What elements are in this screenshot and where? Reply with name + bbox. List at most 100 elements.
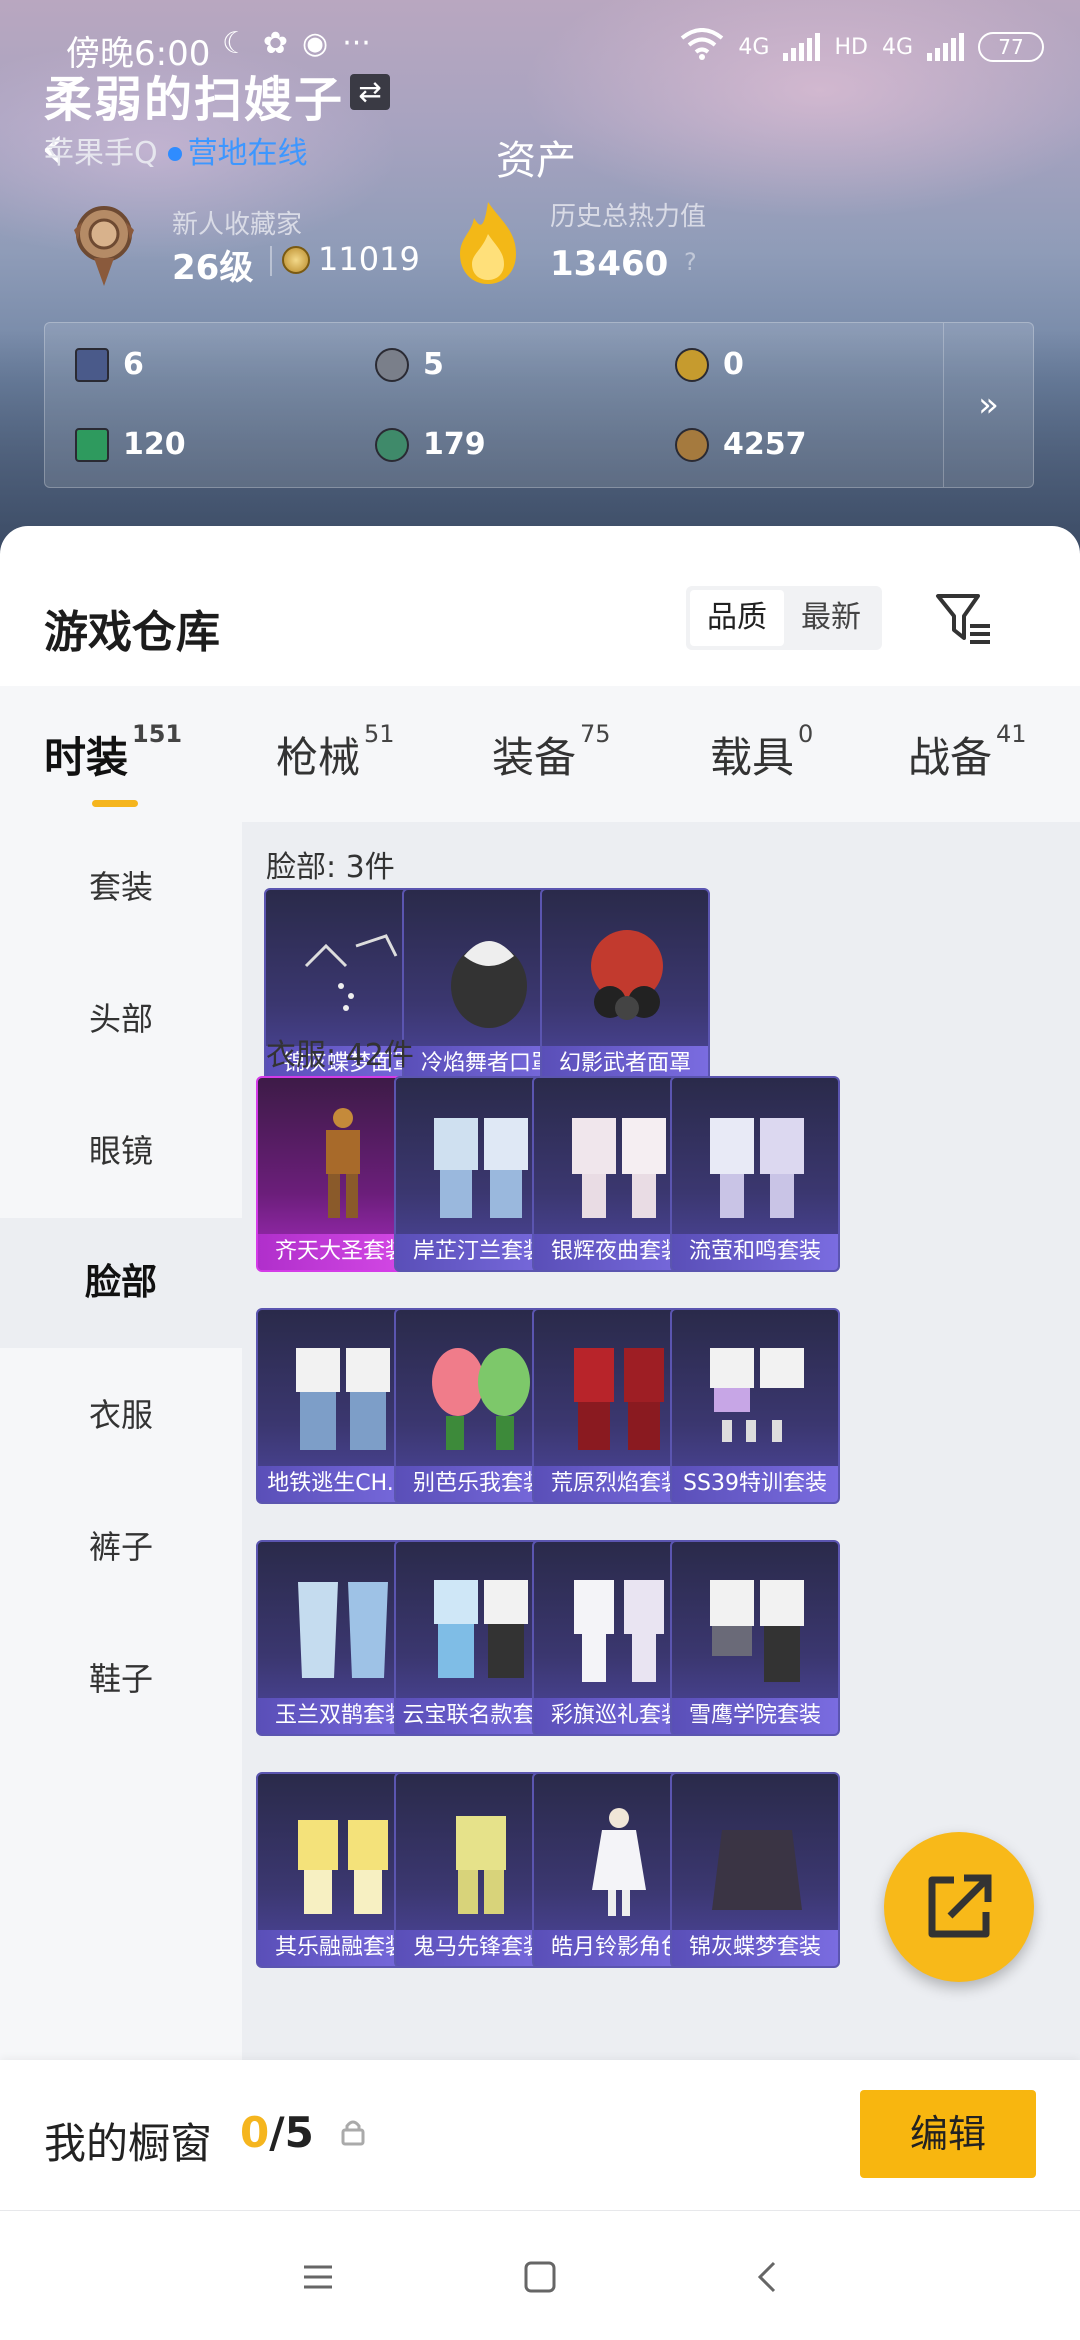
outfit-art-icon <box>298 1820 388 1914</box>
sidebar-item-glasses[interactable]: 眼镜 <box>0 1086 242 1216</box>
outfit-art-icon <box>456 1816 506 1914</box>
category-tabs: 时装 151 枪械 51 装备 75 载具 0 战备 41 <box>0 686 1080 822</box>
green-coin-icon <box>375 427 409 462</box>
item-card[interactable]: 流萤和鸣套装 <box>670 1076 840 1272</box>
subcategory-sidebar: 套装 头部 眼镜 脸部 衣服 裤子 鞋子 <box>0 822 242 2066</box>
tab-fashion[interactable]: 时装 151 <box>44 720 182 785</box>
green-card-icon <box>75 427 109 462</box>
sidebar-item-pants[interactable]: 裤子 <box>0 1482 242 1612</box>
asset-value: 120 <box>123 427 186 462</box>
item-card[interactable]: 锦灰蝶梦套装 <box>670 1772 840 1968</box>
filter-icon[interactable] <box>934 590 994 646</box>
tab-vehicles[interactable]: 载具 0 <box>710 720 813 785</box>
share-button[interactable] <box>884 1832 1034 1982</box>
showcase-label: 我的橱窗 <box>44 2119 213 2168</box>
signal-bars-icon <box>927 33 964 61</box>
item-card[interactable]: SS39特训套装 <box>670 1308 840 1504</box>
asset-value: 5 <box>423 347 444 382</box>
help-icon[interactable]: ? <box>684 248 697 276</box>
showcase-total: /5 <box>269 2108 314 2157</box>
status-notification-icons: ☾ ✿ ◉ ··· <box>222 26 371 61</box>
sidebar-item-face[interactable]: 脸部 <box>0 1218 242 1348</box>
item-name: 雪鹰学院套装 <box>672 1698 838 1734</box>
gold-coin-icon <box>675 347 709 382</box>
item-name: 流萤和鸣套装 <box>672 1234 838 1270</box>
outfit-art-icon <box>296 1348 390 1450</box>
flame-icon <box>460 202 516 284</box>
asset-summary-panel[interactable]: 6 5 0 120 179 4257 » <box>44 322 1034 488</box>
battery-icon: 77 <box>978 32 1044 62</box>
sort-latest-button[interactable]: 最新 <box>784 590 878 646</box>
asset-item: 120 <box>75 427 186 462</box>
outfit-art-icon <box>572 1118 666 1218</box>
tab-weapons[interactable]: 枪械 51 <box>276 720 395 785</box>
sort-quality-button[interactable]: 品质 <box>690 590 784 646</box>
asset-item: 179 <box>375 427 486 462</box>
bronze-coin-icon <box>675 427 709 462</box>
profile-header: 傍晚6:00 ☾ ✿ ◉ ··· 4G HD 4G 77 柔弱的扫嫂子 ⇄ ‹ … <box>0 0 1080 560</box>
menu-icon[interactable] <box>298 2257 338 2297</box>
outfit-art-icon <box>710 1580 804 1682</box>
outfit-art-icon <box>712 1830 802 1910</box>
share-icon <box>928 1874 992 1938</box>
sidebar-item-clothes[interactable]: 衣服 <box>0 1350 242 1480</box>
sidebar-item-shoes[interactable]: 鞋子 <box>0 1614 242 1744</box>
coin-value: 11019 <box>318 240 420 278</box>
home-icon[interactable] <box>520 2257 560 2297</box>
outfit-art-icon <box>434 1580 528 1678</box>
outfit-art-icon <box>574 1348 664 1450</box>
item-card[interactable]: 幻影武者面罩 <box>540 888 710 1084</box>
outfit-art-icon <box>298 1582 388 1678</box>
asset-item: 4257 <box>675 427 807 462</box>
item-card[interactable]: 雪鹰学院套装 <box>670 1540 840 1736</box>
mask-art-icon <box>591 930 663 1020</box>
system-nav-bar <box>0 2210 1080 2340</box>
edit-button[interactable]: 编辑 <box>860 2090 1036 2178</box>
asset-item: 0 <box>675 347 744 382</box>
mask-art-icon <box>451 941 527 1028</box>
camp-status: 营地在线 <box>187 136 308 171</box>
tab-count: 41 <box>996 720 1027 748</box>
wifi-icon <box>680 28 724 66</box>
tab-count: 75 <box>580 720 611 748</box>
tab-supplies[interactable]: 战备 41 <box>908 720 1027 785</box>
asset-value: 6 <box>123 347 144 382</box>
lock-icon <box>341 2120 365 2146</box>
sort-toggle[interactable]: 品质 最新 <box>686 586 882 650</box>
expand-assets-icon[interactable]: » <box>943 323 1033 487</box>
card-icon <box>75 347 109 382</box>
showcase-count: 0/5 <box>240 2108 314 2157</box>
item-name: SS39特训套装 <box>672 1466 838 1502</box>
status-system-icons: 4G HD 4G 77 <box>680 28 1044 66</box>
tab-count: 51 <box>364 720 395 748</box>
section-title-clothes: 衣服: 42件 <box>266 1038 414 1073</box>
asset-item: 5 <box>375 347 444 382</box>
silver-coin-icon <box>375 347 409 382</box>
page-title: 资产 <box>496 138 576 184</box>
online-dot-icon <box>167 147 182 161</box>
tab-equipment[interactable]: 装备 75 <box>492 720 611 785</box>
collector-badge-icon <box>74 206 134 286</box>
level-label: 新人收藏家 <box>172 210 303 240</box>
outfit-art-icon <box>574 1580 664 1682</box>
back-icon[interactable] <box>748 2257 788 2297</box>
more-dots-icon: ··· <box>342 26 371 61</box>
asset-value: 4257 <box>723 427 807 462</box>
sidebar-item-head[interactable]: 头部 <box>0 954 242 1084</box>
tab-label: 战备 <box>908 733 993 782</box>
tab-count: 0 <box>798 720 814 748</box>
section-title-face: 脸部: 3件 <box>266 850 395 885</box>
sidebar-item-suits[interactable]: 套装 <box>0 822 242 952</box>
level-value: 26级 <box>172 248 254 288</box>
signal-label: 4G <box>881 34 913 60</box>
heat-label: 历史总热力值 <box>550 202 707 232</box>
wechat-icon: ✿ <box>262 26 289 61</box>
switch-account-icon[interactable]: ⇄ <box>350 74 390 110</box>
signal-bars-icon <box>783 33 821 61</box>
account-subline: 苹果手Q 营地在线 <box>44 128 308 172</box>
active-tab-indicator <box>92 800 138 807</box>
coin-icon <box>282 246 310 274</box>
tab-label: 载具 <box>710 733 795 782</box>
outfit-art-icon <box>326 1108 360 1218</box>
tab-label: 枪械 <box>276 733 361 782</box>
